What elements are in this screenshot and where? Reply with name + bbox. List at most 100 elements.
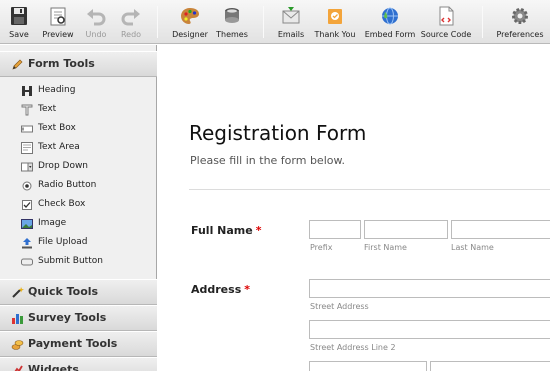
required-marker: * (255, 224, 262, 237)
preview-icon (50, 7, 66, 26)
tool-item-heading[interactable]: Heading (0, 81, 156, 100)
state-input[interactable] (430, 361, 550, 371)
textarea-icon (21, 142, 33, 154)
tool-item-text-box[interactable]: Text Box (0, 119, 156, 138)
toolbar: Save Preview Undo Redo Designer Themes E… (0, 0, 550, 44)
designer-label: Designer (172, 30, 208, 39)
themes-label: Themes (216, 30, 248, 39)
save-button[interactable]: Save (3, 0, 35, 44)
payment-tools-header[interactable]: Payment Tools (0, 331, 157, 357)
widgets-icon (14, 365, 23, 371)
toolbar-separator (482, 6, 483, 38)
tool-item-label: Submit Button (38, 256, 103, 266)
redo-icon (121, 9, 140, 26)
source-code-button[interactable]: Source Code (420, 0, 472, 44)
city-input[interactable] (309, 361, 427, 371)
tool-item-label: Radio Button (38, 180, 97, 190)
preferences-label: Preferences (496, 30, 544, 39)
globe-icon (382, 7, 398, 25)
widgets-title: Widgets (28, 363, 79, 371)
thank-you-button[interactable]: Thank You (312, 0, 358, 44)
tool-item-label: Check Box (38, 199, 86, 209)
radio-icon (22, 181, 32, 191)
survey-tools-header[interactable]: Survey Tools (0, 305, 157, 331)
tool-item-text-area[interactable]: Text Area (0, 138, 156, 157)
preview-label: Preview (42, 30, 74, 39)
heading-icon (22, 86, 32, 96)
tool-item-label: File Upload (38, 237, 88, 247)
redo-button[interactable]: Redo (115, 0, 147, 44)
themes-button[interactable]: Themes (213, 0, 251, 44)
save-label: Save (9, 30, 29, 39)
themes-icon (225, 8, 239, 23)
image-icon (21, 219, 33, 229)
tool-item-check-box[interactable]: Check Box (0, 195, 156, 214)
required-marker: * (244, 283, 251, 296)
source-code-label: Source Code (420, 30, 472, 39)
form-tools-header[interactable]: Form Tools (0, 51, 157, 77)
tool-item-drop-down[interactable]: Drop Down (0, 157, 156, 176)
coins-icon (11, 340, 24, 350)
tool-item-label: Text (38, 104, 57, 114)
quick-tools-title: Quick Tools (28, 285, 99, 298)
undo-button[interactable]: Undo (80, 0, 112, 44)
header-divider (189, 189, 550, 190)
last-name-sublabel: Last Name (451, 243, 494, 252)
tool-item-text[interactable]: Text (0, 100, 156, 119)
first-name-input[interactable] (364, 220, 448, 239)
preferences-button[interactable]: Preferences (494, 0, 546, 44)
checkbox-icon (22, 200, 32, 210)
tool-item-image[interactable]: Image (0, 214, 156, 233)
embed-form-button[interactable]: Embed Form (364, 0, 416, 44)
upload-icon (22, 238, 32, 249)
widgets-header[interactable]: Widgets (0, 357, 157, 371)
form-subtitle[interactable]: Please fill in the form below. (190, 154, 345, 167)
toolbar-separator (263, 6, 264, 38)
thank-you-label: Thank You (314, 30, 356, 39)
street-address-input[interactable] (309, 279, 550, 298)
palette-icon (181, 8, 199, 24)
bar-chart-icon (12, 314, 23, 324)
prefix-sublabel: Prefix (310, 243, 333, 252)
toolbar-separator (157, 6, 158, 38)
designer-button[interactable]: Designer (169, 0, 211, 44)
prefix-input[interactable] (309, 220, 361, 239)
tool-item-file-upload[interactable]: File Upload (0, 233, 156, 252)
tool-item-label: Text Box (38, 123, 76, 133)
textbox-icon (21, 125, 33, 133)
gear-icon (512, 8, 528, 24)
dropdown-icon (21, 162, 33, 172)
street-address-line2-sublabel: Street Address Line 2 (310, 343, 396, 352)
form-canvas: Registration Form Please fill in the for… (158, 45, 550, 371)
tool-item-submit-button[interactable]: Submit Button (0, 252, 156, 271)
submit-icon (21, 258, 33, 266)
email-icon (282, 7, 300, 24)
form-title[interactable]: Registration Form (189, 121, 366, 145)
last-name-input[interactable] (451, 220, 550, 239)
sidebar: Form Tools Heading Text Text Box Text Ar… (0, 45, 157, 371)
undo-label: Undo (85, 30, 107, 39)
source-code-icon (439, 6, 454, 26)
text-icon (21, 104, 33, 116)
quick-tools-header[interactable]: Quick Tools (0, 279, 157, 305)
floppy-disk-icon (11, 7, 27, 25)
street-address-line2-input[interactable] (309, 320, 550, 339)
full-name-text: Full Name (191, 224, 253, 237)
tool-item-label: Image (38, 218, 67, 228)
preview-button[interactable]: Preview (38, 0, 78, 44)
emails-label: Emails (277, 30, 305, 39)
redo-label: Redo (120, 30, 142, 39)
emails-button[interactable]: Emails (274, 0, 308, 44)
street-address-sublabel: Street Address (310, 302, 369, 311)
tool-item-label: Drop Down (38, 161, 89, 171)
address-label: Address * (191, 283, 250, 296)
form-tools-title: Form Tools (28, 57, 95, 70)
payment-tools-title: Payment Tools (28, 337, 118, 350)
survey-tools-title: Survey Tools (28, 311, 107, 324)
thank-you-icon (328, 9, 342, 24)
tool-item-label: Heading (38, 85, 76, 95)
tool-item-radio-button[interactable]: Radio Button (0, 176, 156, 195)
first-name-sublabel: First Name (364, 243, 407, 252)
full-name-label: Full Name * (191, 224, 262, 237)
embed-form-label: Embed Form (364, 30, 416, 39)
